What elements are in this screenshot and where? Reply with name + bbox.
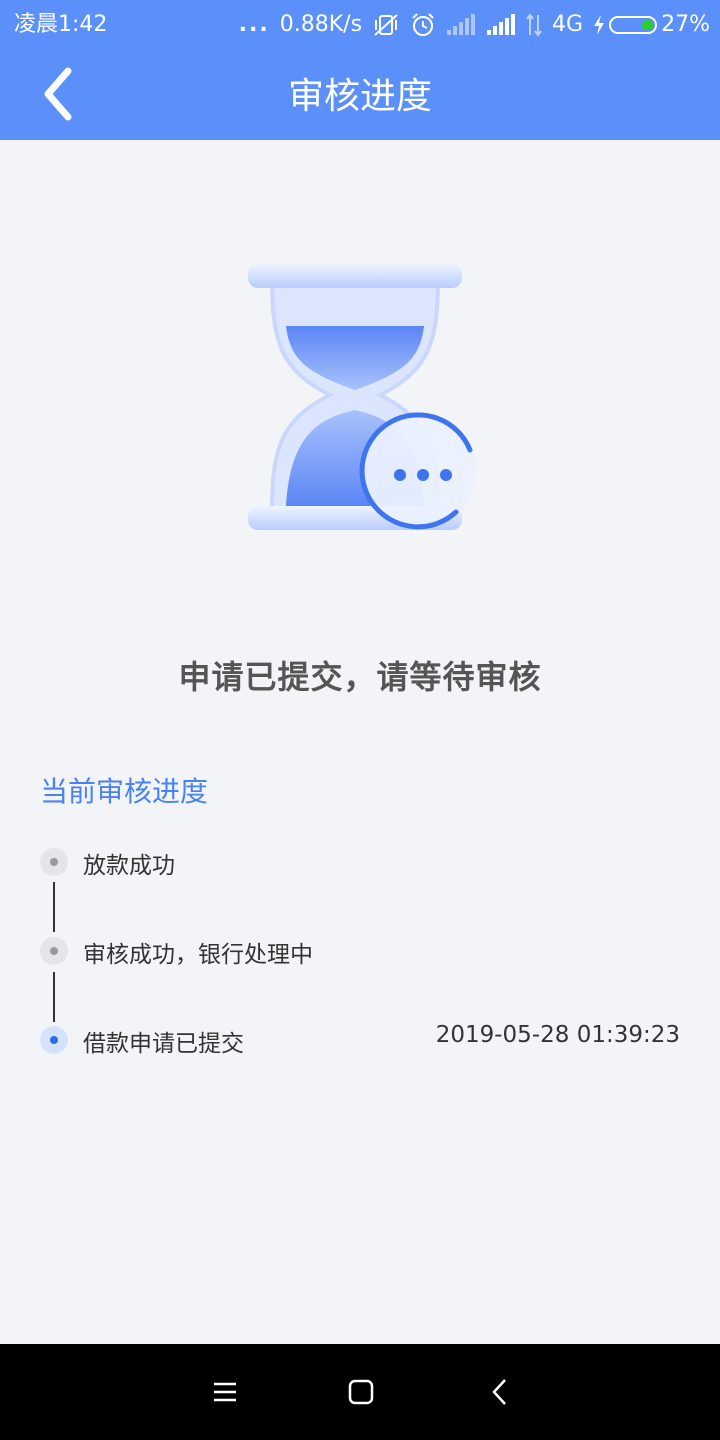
nav-menu-button[interactable] [199,1366,251,1418]
status-icons: ... 0.88K/s 4G 27% [239,0,710,50]
signal-strong-icon [486,14,516,36]
step-dot-active-icon [40,1026,68,1054]
vibrate-off-icon [372,12,400,38]
battery-indicator: 27% [593,0,710,50]
signal-weak-icon [446,14,476,36]
step-label: 借款申请已提交 [83,1031,244,1057]
ellipsis-icon [394,469,452,481]
step-time: 2019-05-28 01:39:23 [435,1022,680,1048]
home-icon [348,1379,374,1405]
alarm-icon [410,12,436,38]
status-bar: 凌晨1:42 ... 0.88K/s 4G 27% [0,0,720,50]
step-label: 放款成功 [83,853,175,879]
data-transfer-icon [526,13,542,37]
timeline-step-review-success: 审核成功，银行处理中 [40,929,680,973]
status-time: 凌晨1:42 [14,12,108,37]
status-message: 申请已提交，请等待审核 [178,658,542,696]
battery-percent: 27% [661,12,710,37]
step-dot-icon [40,848,68,876]
app-header: 凌晨1:42 ... 0.88K/s 4G 27% 审核进度 [0,0,720,140]
menu-icon [214,1382,236,1402]
more-notifications-icon: ... [238,12,270,37]
system-nav-bar [0,1344,720,1440]
hourglass-icon [248,264,476,530]
timeline-connector [53,972,55,1022]
hourglass-illustration [230,250,500,550]
step-dot-icon [40,937,68,965]
nav-home-button[interactable] [335,1366,387,1418]
back-icon [492,1379,506,1405]
progress-heading: 当前审核进度 [40,775,209,808]
title-bar: 审核进度 [0,50,720,140]
net-speed: 0.88K/s [279,12,363,37]
network-type: 4G [552,12,584,37]
battery-icon [609,16,658,34]
step-label: 审核成功，银行处理中 [83,942,313,968]
nav-back-button[interactable] [474,1366,526,1418]
page-title: 审核进度 [287,76,432,117]
charging-icon [594,15,605,35]
battery-fill [642,20,654,30]
timeline-step-application-submitted: 借款申请已提交 2019-05-28 01:39:23 [40,1018,680,1062]
timeline-connector [53,882,55,932]
timeline-step-loan-disbursed: 放款成功 [40,840,680,884]
